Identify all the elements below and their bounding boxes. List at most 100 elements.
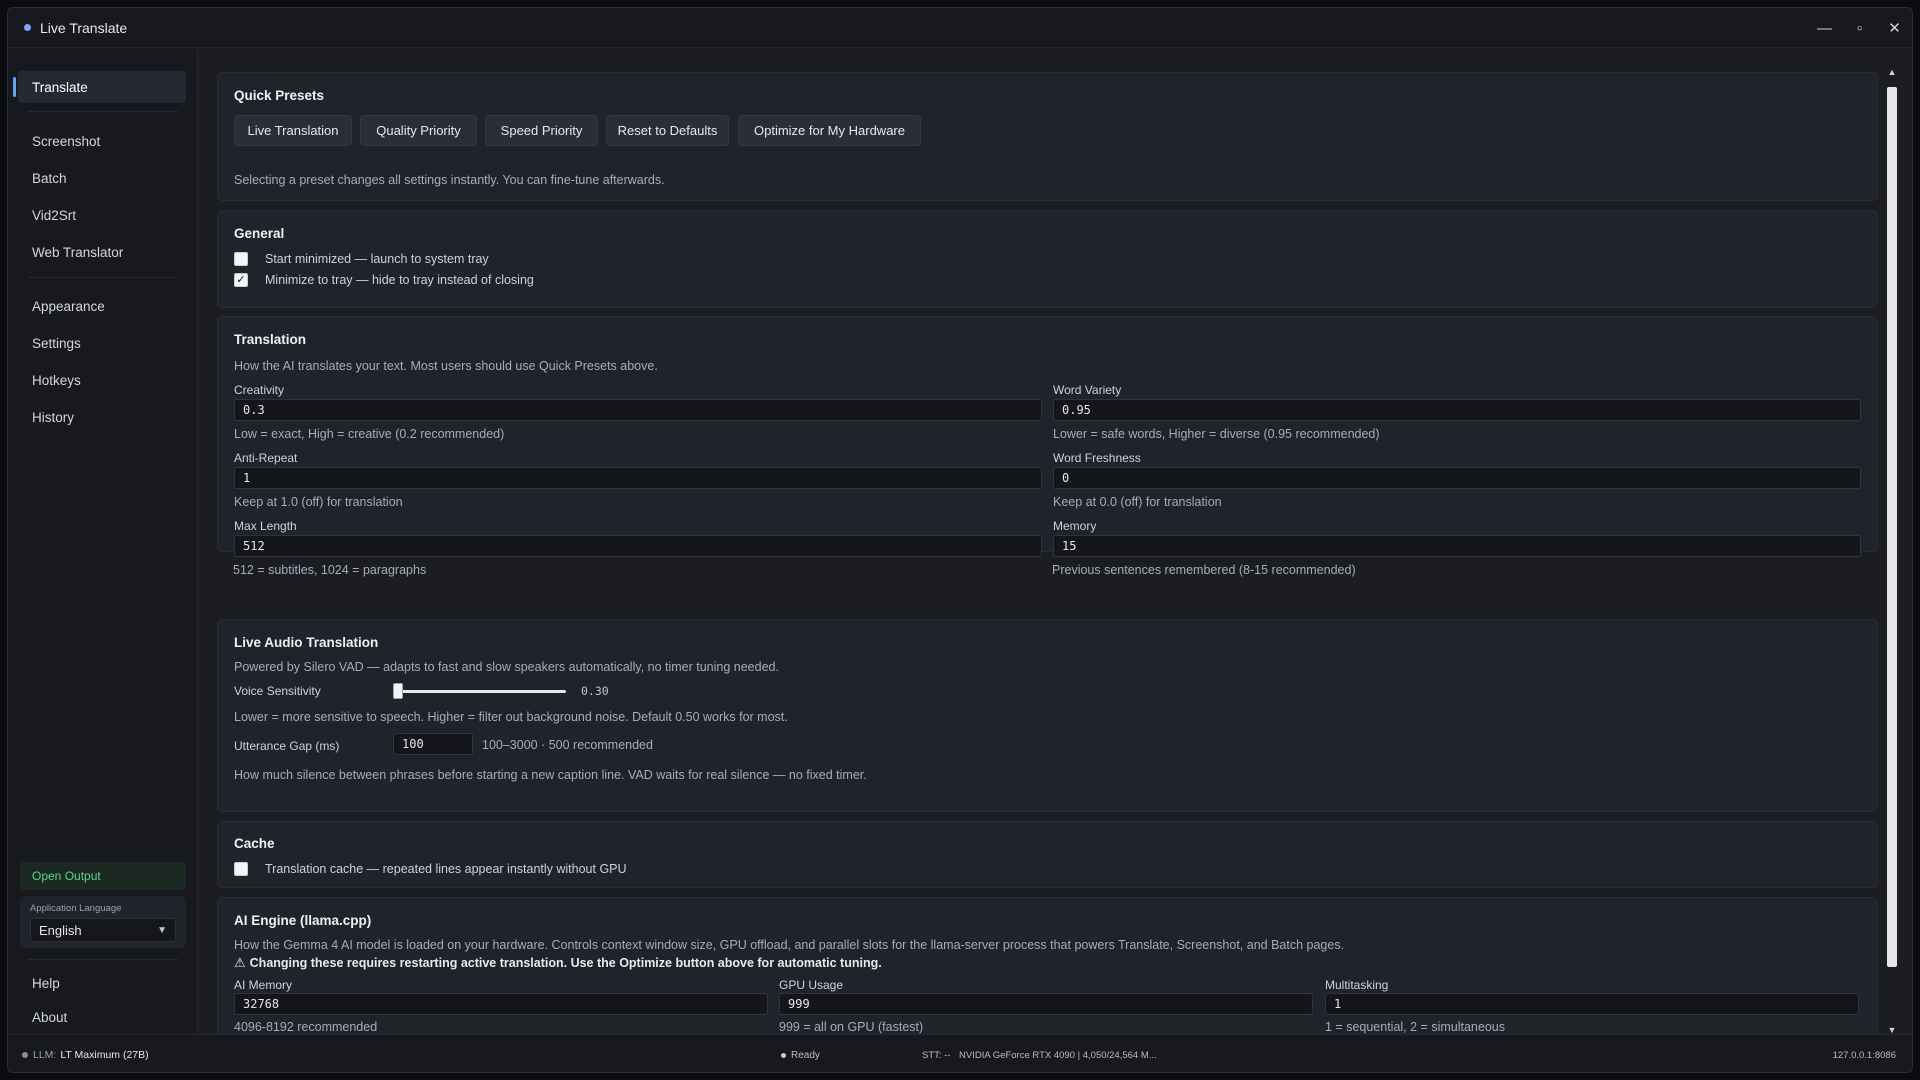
minimize-to-tray-checkbox[interactable]: ✓	[234, 273, 248, 287]
minimize-to-tray-label: Minimize to tray — hide to tray instead …	[265, 273, 534, 287]
main-scrollbar[interactable]: ▲ ▼	[1885, 67, 1899, 1042]
scroll-up-icon[interactable]: ▲	[1885, 67, 1899, 79]
sidebar-item-translate[interactable]: Translate	[13, 71, 186, 103]
ready-status-dot	[781, 1052, 786, 1058]
live-audio-description: Powered by Silero VAD — adapts to fast a…	[234, 660, 779, 674]
translation-cache-row[interactable]: Translation cache — repeated lines appea…	[234, 862, 627, 876]
ai-engine-card: AI Engine (llama.cpp) How the Gemma 4 AI…	[217, 897, 1878, 1034]
llm-status: LLM: LT Maximum (27B)	[22, 1035, 149, 1072]
voice-sensitivity-value: 0.30	[581, 684, 609, 698]
memory-label: Memory	[1053, 519, 1097, 533]
sidebar-item-settings[interactable]: Settings	[18, 327, 186, 359]
creativity-label: Creativity	[234, 383, 285, 397]
checkmark-icon: ✓	[236, 273, 246, 286]
ai-memory-hint: 4096-8192 recommended	[234, 1020, 378, 1034]
sidebar-divider	[28, 959, 178, 960]
anti-repeat-label: Anti-Repeat	[234, 451, 298, 465]
language-label: Application Language	[30, 903, 122, 914]
sidebar-item-vid2srt[interactable]: Vid2Srt	[18, 199, 186, 231]
gpu-usage-hint: 999 = all on GPU (fastest)	[779, 1020, 924, 1034]
anti-repeat-hint: Keep at 1.0 (off) for translation	[234, 495, 403, 509]
llm-value: LT Maximum (27B)	[60, 1049, 149, 1061]
voice-sensitivity-track[interactable]	[396, 690, 566, 693]
general-card: General Start minimized — launch to syst…	[217, 210, 1878, 308]
llm-label: LLM:	[33, 1049, 57, 1061]
sidebar-item-about[interactable]: About	[18, 1004, 186, 1030]
ai-engine-title: AI Engine (llama.cpp)	[234, 913, 372, 928]
language-select[interactable]: English ▼	[30, 918, 176, 942]
voice-sensitivity-label: Voice Sensitivity	[234, 684, 321, 698]
creativity-input[interactable]: 0.3	[234, 399, 1042, 421]
status-bar: LLM: LT Maximum (27B) Ready STT: -- NVID…	[8, 1034, 1912, 1072]
minimize-to-tray-row[interactable]: ✓ Minimize to tray — hide to tray instea…	[234, 273, 534, 287]
title-bar: Live Translate — ▫ ✕	[8, 8, 1912, 48]
translation-cache-checkbox[interactable]	[234, 862, 248, 876]
sidebar-item-hotkeys[interactable]: Hotkeys	[18, 364, 186, 396]
utterance-gap-hint: How much silence between phrases before …	[234, 768, 867, 782]
translation-description: How the AI translates your text. Most us…	[234, 359, 658, 373]
language-panel: Application Language English ▼	[20, 896, 186, 948]
language-value: English	[39, 922, 82, 938]
word-freshness-label: Word Freshness	[1053, 451, 1141, 465]
live-audio-card: Live Audio Translation Powered by Silero…	[217, 619, 1878, 812]
sidebar-item-screenshot[interactable]: Screenshot	[18, 125, 186, 157]
chevron-down-icon: ▼	[157, 924, 167, 936]
multitasking-hint: 1 = sequential, 2 = simultaneous	[1325, 1020, 1505, 1034]
main-content: Quick Presets Live Translation Quality P…	[199, 49, 1879, 1034]
ai-engine-description: How the Gemma 4 AI model is loaded on yo…	[234, 938, 1345, 952]
word-freshness-hint: Keep at 0.0 (off) for translation	[1053, 495, 1222, 509]
open-output-button[interactable]: Open Output	[20, 862, 186, 890]
multitasking-label: Multitasking	[1325, 978, 1389, 992]
voice-sensitivity-hint: Lower = more sensitive to speech. Higher…	[234, 710, 788, 724]
sidebar-divider	[28, 111, 178, 112]
word-freshness-input[interactable]: 0	[1053, 467, 1861, 489]
preset-reset-defaults-button[interactable]: Reset to Defaults	[606, 115, 729, 146]
memory-input[interactable]: 15	[1053, 535, 1861, 557]
translation-cache-label: Translation cache — repeated lines appea…	[265, 862, 627, 876]
translation-title: Translation	[234, 332, 307, 347]
general-title: General	[234, 226, 285, 241]
utterance-gap-label: Utterance Gap (ms)	[234, 739, 340, 753]
sidebar-divider	[28, 277, 178, 278]
llm-status-dot	[22, 1052, 28, 1058]
multitasking-input[interactable]: 1	[1325, 993, 1859, 1015]
preset-live-translation-button[interactable]: Live Translation	[234, 115, 352, 146]
sidebar-item-history[interactable]: History	[18, 401, 186, 433]
memory-hint: Previous sentences remembered (8-15 reco…	[1052, 563, 1356, 577]
max-length-label: Max Length	[234, 519, 297, 533]
minimize-button[interactable]: —	[1807, 8, 1842, 48]
ai-engine-warning: ⚠ Changing these requires restarting act…	[234, 955, 882, 971]
window-controls: — ▫ ✕	[1807, 8, 1912, 48]
preset-optimize-hardware-button[interactable]: Optimize for My Hardware	[738, 115, 921, 146]
start-minimized-checkbox[interactable]	[234, 252, 248, 266]
gpu-usage-input[interactable]: 999	[779, 993, 1313, 1015]
start-minimized-label: Start minimized — launch to system tray	[265, 252, 489, 266]
sidebar-item-appearance[interactable]: Appearance	[18, 290, 186, 322]
live-audio-title: Live Audio Translation	[234, 635, 379, 650]
sidebar-item-help[interactable]: Help	[18, 967, 186, 999]
ready-status: Ready	[781, 1035, 820, 1072]
word-variety-hint: Lower = safe words, Higher = diverse (0.…	[1053, 427, 1380, 441]
max-length-input[interactable]: 512	[234, 535, 1042, 557]
scroll-thumb[interactable]	[1887, 87, 1897, 967]
word-variety-label: Word Variety	[1053, 383, 1122, 397]
sidebar-item-web-translator[interactable]: Web Translator	[18, 236, 186, 268]
ai-engine-warning-text: Changing these requires restarting activ…	[249, 956, 882, 970]
close-button[interactable]: ✕	[1877, 8, 1912, 48]
maximize-button[interactable]: ▫	[1842, 8, 1877, 48]
preset-quality-priority-button[interactable]: Quality Priority	[360, 115, 477, 146]
anti-repeat-input[interactable]: 1	[234, 467, 1042, 489]
gpu-status: NVIDIA GeForce RTX 4090 | 4,050/24,564 M…	[959, 1049, 1157, 1061]
voice-sensitivity-slider[interactable]	[393, 683, 403, 699]
ai-memory-input[interactable]: 32768	[234, 993, 768, 1015]
translation-card: Translation How the AI translates your t…	[217, 316, 1878, 557]
cache-card: Cache Translation cache — repeated lines…	[217, 821, 1878, 888]
sidebar: Translate Screenshot Batch Vid2Srt Web T…	[8, 49, 198, 1034]
preset-speed-priority-button[interactable]: Speed Priority	[485, 115, 598, 146]
word-variety-input[interactable]: 0.95	[1053, 399, 1861, 421]
ready-label: Ready	[791, 1049, 820, 1061]
sidebar-item-batch[interactable]: Batch	[18, 162, 186, 194]
gpu-usage-label: GPU Usage	[779, 978, 844, 992]
utterance-gap-input[interactable]: 100	[393, 733, 473, 755]
start-minimized-row[interactable]: Start minimized — launch to system tray	[234, 252, 489, 266]
